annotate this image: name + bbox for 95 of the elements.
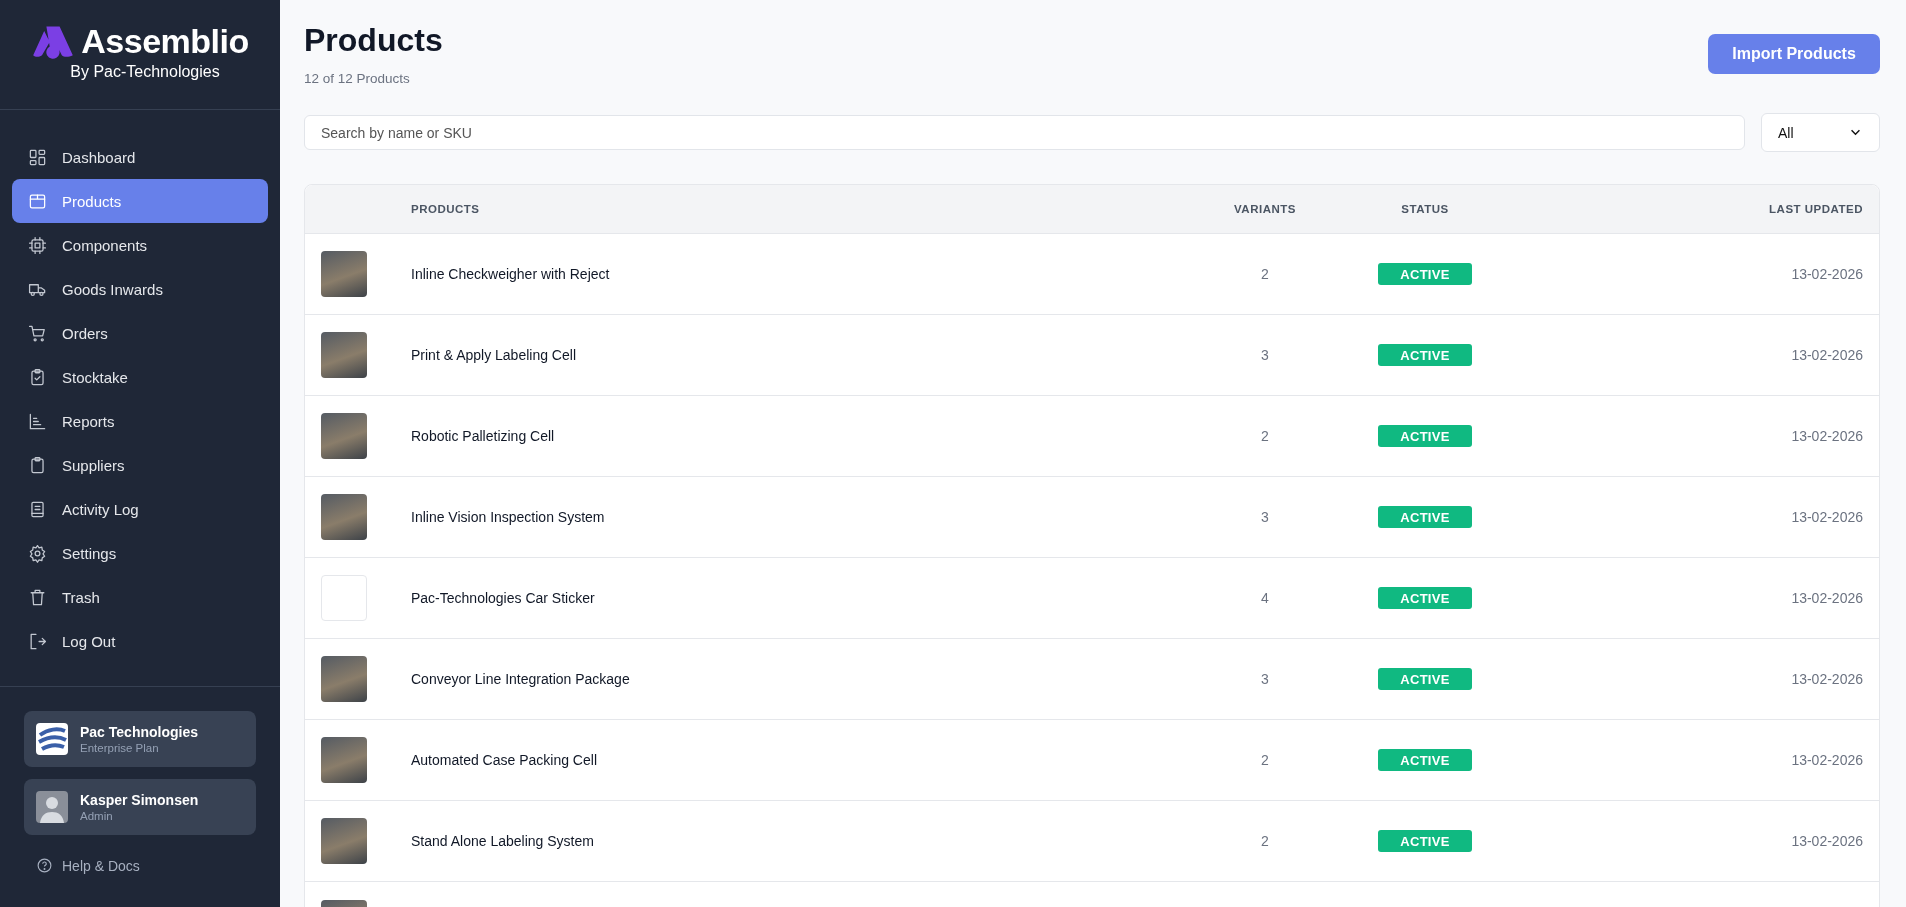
help-icon	[36, 857, 53, 874]
chart-icon	[28, 411, 47, 431]
column-header: LAST UPDATED	[1768, 203, 1864, 215]
nav-item[interactable]: Components	[12, 223, 268, 267]
photo-placeholder	[321, 251, 367, 297]
nav-item[interactable]: Goods Inwards	[12, 267, 268, 311]
import-button[interactable]: Import Products	[1708, 34, 1880, 74]
variant-count: 3	[1260, 347, 1270, 363]
nav-item[interactable]: Settings	[12, 531, 268, 575]
variant-count: 2	[1260, 833, 1270, 849]
nav-label: Stocktake	[62, 368, 128, 386]
column-header: STATUS	[1400, 203, 1450, 215]
brand-tagline: By Pac-Technologies	[70, 63, 220, 81]
user-role: Admin	[80, 810, 114, 822]
status-badge: ACTIVE	[1378, 749, 1472, 771]
last-updated: 13-02-2026	[1790, 428, 1864, 444]
last-updated: 13-02-2026	[1790, 347, 1864, 363]
nav-label: Goods Inwards	[62, 280, 163, 298]
chip-icon	[28, 235, 47, 255]
variant-count: 3	[1260, 671, 1270, 687]
nav-item[interactable]: Orders	[12, 311, 268, 355]
user-card[interactable]: Kasper Simonsen Admin	[24, 779, 256, 835]
status-badge: ACTIVE	[1378, 344, 1472, 366]
photo-placeholder	[321, 494, 367, 540]
status-badge: ACTIVE	[1378, 668, 1472, 690]
clipboard-icon	[28, 455, 47, 475]
help-link[interactable]: Help & Docs	[24, 847, 256, 884]
status-badge: ACTIVE	[1378, 587, 1472, 609]
nav-item[interactable]: Log Out	[12, 619, 268, 663]
user-name: Kasper Simonsen	[80, 792, 199, 808]
nav-item[interactable]: Reports	[12, 399, 268, 443]
organization-plan: Enterprise Plan	[80, 742, 160, 754]
trash-icon	[28, 587, 47, 607]
status-badge: ACTIVE	[1378, 506, 1472, 528]
nav-item[interactable]: Activity Log	[12, 487, 268, 531]
product-name[interactable]: Stand Alone Labeling System	[411, 833, 1195, 849]
photo-placeholder	[321, 818, 367, 864]
variant-count: 2	[1260, 428, 1270, 444]
chevron-down-icon	[1850, 129, 1861, 136]
variant-count: 2	[1260, 752, 1270, 768]
nav-label: Log Out	[62, 632, 116, 650]
document-icon	[28, 499, 47, 519]
avatar-icon	[36, 791, 68, 823]
product-name[interactable]: Inline Vision Inspection System	[411, 509, 1195, 525]
last-updated: 13-02-2026	[1790, 509, 1864, 525]
logout-icon	[28, 631, 47, 651]
last-updated: 13-02-2026	[1790, 833, 1864, 849]
globe-logo-icon	[36, 723, 68, 755]
status-badge: ACTIVE	[1378, 263, 1472, 285]
nav-label: Suppliers	[62, 456, 125, 474]
last-updated: 13-02-2026	[1790, 752, 1864, 768]
product-name[interactable]: Print & Apply Labeling Cell	[411, 347, 1195, 363]
nav-label: Trash	[62, 588, 100, 606]
last-updated: 13-02-2026	[1790, 671, 1864, 687]
product-name[interactable]: Inline Checkweigher with Reject	[411, 266, 1195, 282]
nav-label: Dashboard	[62, 148, 136, 166]
organization-name: Pac Technologies	[80, 724, 198, 740]
page-title: Products	[304, 22, 443, 59]
clipboard-check-icon	[28, 367, 47, 387]
settings-icon	[28, 543, 47, 563]
photo-placeholder	[321, 413, 367, 459]
product-name[interactable]: Conveyor Line Integration Package	[411, 671, 1195, 687]
brand-name: Assemblio	[81, 22, 249, 61]
nav-item[interactable]: Dashboard	[12, 135, 268, 179]
product-name[interactable]: Pac-Technologies Car Sticker	[411, 590, 1195, 606]
nav-label: Settings	[62, 544, 117, 562]
cart-icon	[28, 323, 47, 343]
organization-card[interactable]: Pac Technologies Enterprise Plan	[24, 711, 256, 767]
nav-label: Components	[62, 236, 148, 254]
variant-count: 3	[1260, 509, 1270, 525]
status-badge: ACTIVE	[1378, 830, 1472, 852]
nav-item[interactable]: Products	[12, 179, 268, 223]
status-badge: ACTIVE	[1378, 425, 1472, 447]
variant-count: 4	[1260, 590, 1270, 606]
product-name[interactable]: Automated Case Packing Cell	[411, 752, 1195, 768]
nav-item[interactable]: Trash	[12, 575, 268, 619]
search-field[interactable]: Search by name or SKU	[304, 115, 1745, 150]
last-updated: 13-02-2026	[1790, 590, 1864, 606]
photo-placeholder	[321, 656, 367, 702]
column-header: PRODUCTS	[411, 203, 481, 215]
last-updated: 13-02-2026	[1790, 266, 1864, 282]
status-dropdown[interactable]: All	[1761, 113, 1880, 152]
nav-label: Orders	[62, 324, 108, 342]
product-name[interactable]: Robotic Palletizing Cell	[411, 428, 1195, 444]
column-header: VARIANTS	[1233, 203, 1297, 215]
nav-label: Reports	[62, 412, 115, 430]
photo-placeholder	[321, 332, 367, 378]
nav-item[interactable]: Stocktake	[12, 355, 268, 399]
nav-label: Products	[62, 192, 122, 210]
nav-item[interactable]: Suppliers	[12, 443, 268, 487]
variant-count: 2	[1260, 266, 1270, 282]
grid-icon	[28, 147, 47, 167]
product-count: 12 of 12 Products	[304, 71, 411, 86]
photo-placeholder	[321, 737, 367, 783]
nav-label: Activity Log	[62, 500, 139, 518]
